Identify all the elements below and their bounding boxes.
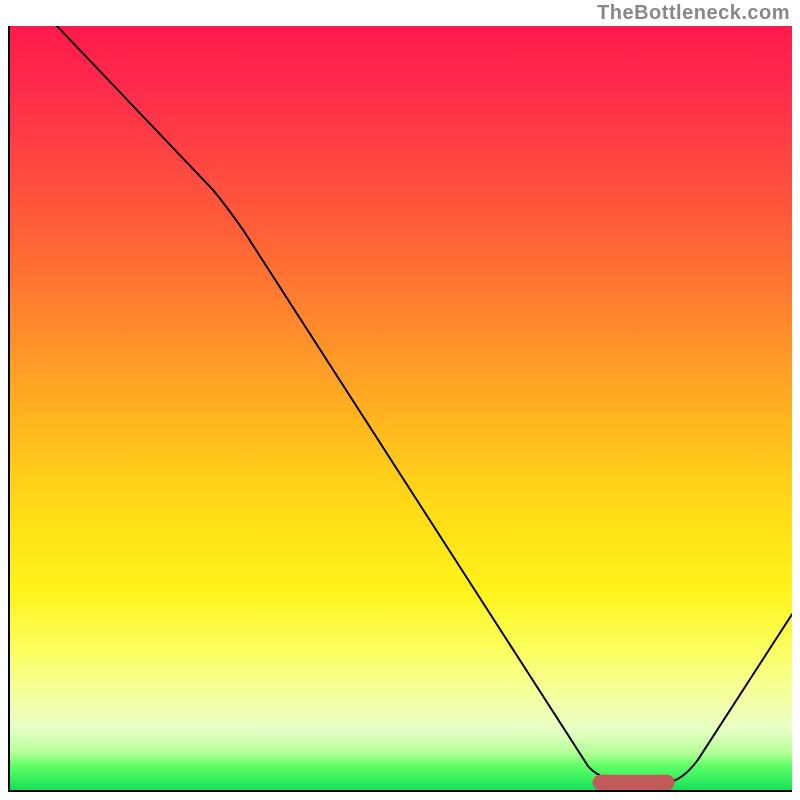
chart-container: TheBottleneck.com [0, 0, 800, 800]
watermark-text: TheBottleneck.com [597, 2, 790, 25]
curve-path [57, 26, 792, 782]
optimal-zone-marker [593, 775, 675, 790]
plot-area [8, 26, 792, 792]
bottleneck-curve [10, 26, 792, 790]
